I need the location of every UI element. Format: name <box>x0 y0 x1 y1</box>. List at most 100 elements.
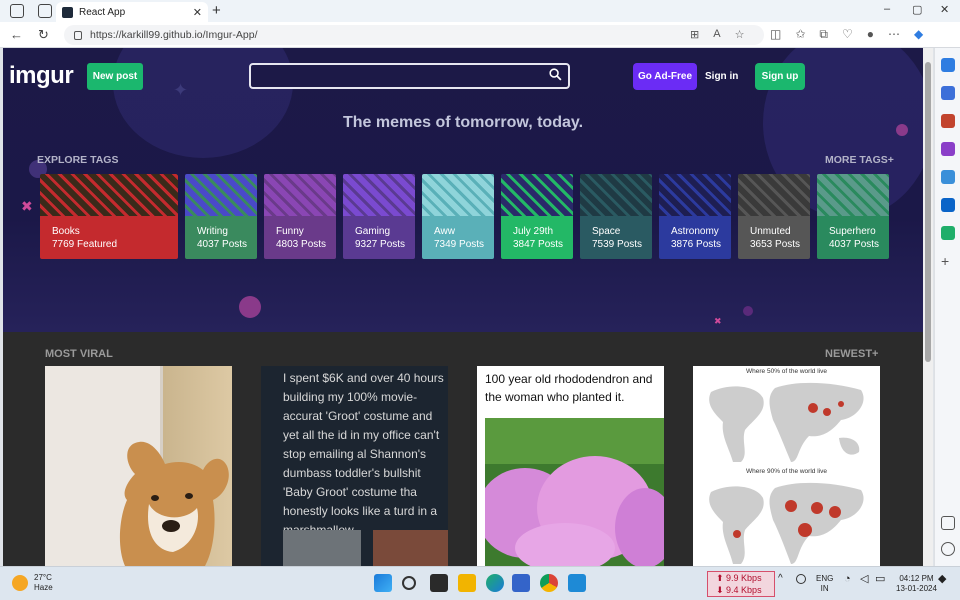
tag-tile[interactable]: Astronomy 3876 Posts <box>659 174 731 259</box>
tag-pattern <box>501 174 573 216</box>
download-speed: ⬇ 9.4 Kbps <box>716 585 762 595</box>
read-aloud-icon[interactable]: A <box>713 28 720 41</box>
more-tags-link[interactable]: MORE TAGS+ <box>825 154 894 166</box>
tag-body: Gaming 9327 Posts <box>343 216 415 259</box>
network-speed-widget: ⬆ 9.9 Kbps ⬇ 9.4 Kbps <box>707 571 775 597</box>
tab-react-app[interactable]: React App ✕ <box>56 2 208 22</box>
upload-speed: ⬆ 9.9 Kbps <box>716 573 762 583</box>
tag-tile[interactable]: Superhero 4037 Posts <box>817 174 889 259</box>
imgur-logo[interactable]: imgur <box>9 62 74 90</box>
tag-tile[interactable]: Aww 7349 Posts <box>422 174 494 259</box>
clock-date: 13-01-2024 <box>896 584 937 593</box>
refresh-icon[interactable]: ↻ <box>38 27 49 43</box>
favorites-icon[interactable]: ✩ <box>795 27 805 42</box>
app-available-icon[interactable]: ⊞ <box>690 28 699 41</box>
volume-icon[interactable]: ◁ <box>860 574 868 585</box>
new-tab-button[interactable]: + <box>212 2 221 19</box>
collections-icon[interactable]: ⧉ <box>819 27 828 42</box>
url-text: https://karkill99.github.io/Imgur-App/ <box>90 29 258 41</box>
outlook-icon[interactable] <box>941 198 955 212</box>
tag-tile[interactable]: July 29th 3847 Posts <box>501 174 573 259</box>
tag-body: Books 7769 Featured <box>40 216 178 259</box>
show-hidden-icons-chevron-icon[interactable]: ^ <box>778 574 783 584</box>
clock[interactable]: 04:12 PM 13-01-2024 <box>896 574 937 594</box>
weather-widget[interactable]: 27°C Haze <box>12 573 53 593</box>
tag-tile[interactable]: Funny 4803 Posts <box>264 174 336 259</box>
store-icon[interactable] <box>512 574 530 592</box>
edge-sidebar: + <box>934 48 960 566</box>
tag-tile[interactable]: Space 7539 Posts <box>580 174 652 259</box>
close-tab-icon[interactable]: ✕ <box>193 6 202 19</box>
sidebar-toggle-icon[interactable] <box>941 516 955 530</box>
tag-pattern <box>422 174 494 216</box>
task-view-icon[interactable] <box>430 574 448 592</box>
chrome-icon[interactable] <box>540 574 558 592</box>
language-indicator[interactable]: ENG IN <box>816 574 833 594</box>
search-sidebar-icon[interactable] <box>941 58 955 72</box>
tab-actions-icon[interactable] <box>38 4 52 18</box>
back-icon[interactable]: ← <box>10 27 23 42</box>
edge-browser-icon[interactable] <box>486 574 504 592</box>
favorite-star-icon[interactable]: ☆ <box>735 28 745 41</box>
add-sidebar-icon[interactable]: + <box>941 254 955 268</box>
map-caption-top: Where 50% of the world live <box>746 368 827 375</box>
copilot-icon[interactable]: ◆ <box>914 27 923 42</box>
temperature: 27°C <box>34 573 52 582</box>
tray-app-icon[interactable] <box>796 574 806 584</box>
post-card-world-map[interactable]: Where 50% of the world live Where 90% of… <box>693 366 880 566</box>
extensions-icon[interactable]: ♡ <box>842 27 853 42</box>
send-icon[interactable] <box>941 226 955 240</box>
tag-tile[interactable]: Books 7769 Featured <box>40 174 178 259</box>
office-icon[interactable] <box>941 170 955 184</box>
newest-sort-link[interactable]: NEWEST+ <box>825 348 878 360</box>
tag-body: Unmuted 3653 Posts <box>738 216 810 259</box>
tag-tile[interactable]: Writing 4037 Posts <box>185 174 257 259</box>
post-card-dog[interactable] <box>45 366 232 566</box>
games-icon[interactable] <box>941 142 955 156</box>
scrollbar-thumb[interactable] <box>925 62 931 362</box>
tag-name: Books <box>52 226 80 237</box>
tag-name: Funny <box>276 226 304 237</box>
close-window-button[interactable]: ✕ <box>940 3 949 16</box>
sign-up-button[interactable]: Sign up <box>755 63 805 90</box>
tag-name: July 29th <box>513 226 554 237</box>
url-field[interactable]: https://karkill99.github.io/Imgur-App/ <box>64 25 764 45</box>
tag-tile[interactable]: Gaming 9327 Posts <box>343 174 415 259</box>
shopping-icon[interactable] <box>941 86 955 100</box>
decor-blob <box>743 306 753 316</box>
workspaces-icon[interactable] <box>10 4 24 18</box>
search-taskbar-icon[interactable] <box>402 576 416 590</box>
file-explorer-icon[interactable] <box>458 574 476 592</box>
rhododendron-image <box>485 418 664 566</box>
tag-pattern <box>264 174 336 216</box>
battery-icon[interactable]: ▭ <box>875 574 885 585</box>
go-ad-free-button[interactable]: Go Ad-Free <box>633 63 697 90</box>
windows-start-icon[interactable] <box>374 574 392 592</box>
tools-icon[interactable] <box>941 114 955 128</box>
tag-body: Space 7539 Posts <box>580 216 652 259</box>
maximize-button[interactable]: ▢ <box>912 3 922 16</box>
search-icon[interactable] <box>549 68 562 81</box>
decor-cross-icon: ✖ <box>21 198 33 214</box>
browser-toolbar: ◫ ✩ ⧉ ♡ ● ⋯ ◆ <box>770 27 923 42</box>
tag-name: Astronomy <box>671 226 719 237</box>
notifications-bell-icon[interactable]: ◆ <box>938 574 946 585</box>
new-post-button[interactable]: New post <box>87 63 143 90</box>
page-scrollbar[interactable] <box>923 48 933 566</box>
settings-gear-icon[interactable] <box>941 542 955 556</box>
search-input[interactable] <box>249 63 570 89</box>
sign-in-link[interactable]: Sign in <box>705 63 738 90</box>
wifi-icon[interactable]: ◔ <box>844 574 851 585</box>
split-screen-icon[interactable]: ◫ <box>770 27 781 42</box>
post-thumbnail <box>283 530 361 566</box>
tag-count: 4037 Posts <box>197 239 248 250</box>
post-card-groot-text[interactable]: I spent $6K and over 40 hours building m… <box>261 366 448 566</box>
tag-pattern <box>40 174 178 216</box>
tag-tile[interactable]: Unmuted 3653 Posts <box>738 174 810 259</box>
hero-section: ✖ ✖ ✦ imgur New post Go Ad-Free Sign in … <box>3 48 923 332</box>
post-card-rhododendron[interactable]: 100 year old rhododendron and the woman … <box>477 366 664 566</box>
minimize-button[interactable]: – <box>884 3 890 15</box>
more-menu-icon[interactable]: ⋯ <box>888 27 900 42</box>
profile-icon[interactable]: ● <box>867 27 874 42</box>
vscode-icon[interactable] <box>568 574 586 592</box>
